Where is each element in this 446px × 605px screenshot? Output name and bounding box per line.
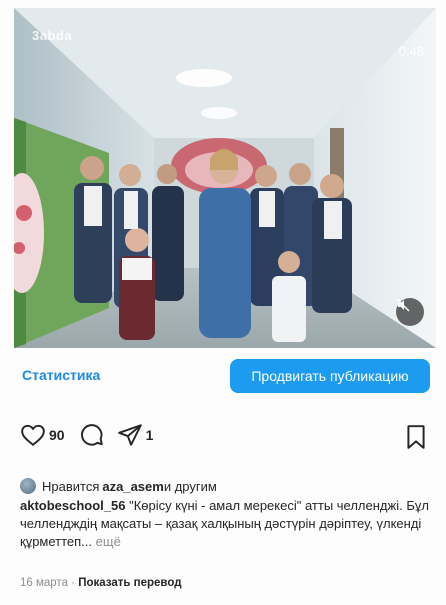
post-video[interactable]: 3abda 0:48 <box>14 8 436 348</box>
meta-separator: · <box>67 577 79 589</box>
video-duration: 0:48 <box>398 44 424 59</box>
share-icon[interactable] <box>117 422 143 448</box>
post-meta: 16 марта · Показать перевод <box>20 577 182 589</box>
post-date: 16 марта <box>20 577 68 589</box>
shares-count: 1 <box>145 427 154 443</box>
liked-by-prefix: Нравится <box>42 478 100 494</box>
statistics-link[interactable]: Статистика <box>22 367 100 383</box>
engagement-group: 90 1 <box>20 422 167 448</box>
post-actions-bar: Статистика Продвигать публикацию <box>14 358 436 394</box>
comment-icon[interactable] <box>79 422 105 448</box>
heart-icon[interactable] <box>20 422 46 448</box>
caption-username[interactable]: aktobeschool_56 <box>20 498 126 513</box>
post-caption: aktobeschool_56 "Көрісу күні - амал мере… <box>20 497 430 551</box>
liked-by-user[interactable]: aza_asem <box>102 479 163 494</box>
bookmark-icon[interactable] <box>404 424 428 450</box>
likes-count: 90 <box>49 427 65 443</box>
liked-by-suffix: и другим <box>163 478 217 494</box>
mute-button[interactable] <box>396 298 424 326</box>
speaker-muted-icon <box>396 298 410 312</box>
engagement-bar: 90 1 <box>14 418 436 454</box>
video-watermark: 3abda <box>32 28 73 43</box>
promote-post-button[interactable]: Продвигать публикацию <box>230 359 430 393</box>
show-translation-link[interactable]: Показать перевод <box>78 577 181 589</box>
liked-by-line: Нравится aza_asem и другим <box>20 478 217 494</box>
avatar[interactable] <box>20 478 36 494</box>
more-link[interactable]: ещё <box>92 534 121 549</box>
video-frame <box>14 8 436 348</box>
